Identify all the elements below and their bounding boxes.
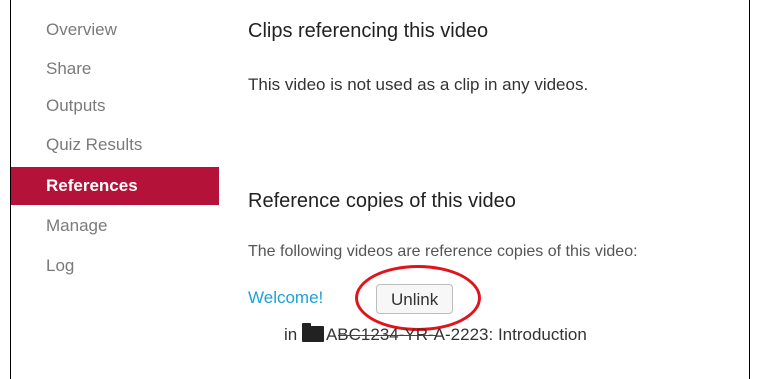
sidebar-item-manage[interactable]: Manage: [11, 209, 219, 243]
reference-copy-link-welcome[interactable]: Welcome!: [248, 288, 323, 308]
reference-copies-heading: Reference copies of this video: [248, 190, 516, 212]
strike-line: [338, 335, 436, 336]
sidebar-item-quiz-results[interactable]: Quiz Results: [11, 128, 219, 162]
sidebar-item-references[interactable]: References: [11, 167, 219, 205]
sidebar-item-overview[interactable]: Overview: [11, 13, 219, 47]
sidebar-item-share[interactable]: Share: [11, 52, 219, 86]
sidebar-item-outputs[interactable]: Outputs: [11, 89, 219, 123]
frame-right-border: [749, 0, 750, 379]
reference-copies-intro: The following videos are reference copie…: [248, 243, 638, 260]
unlink-button[interactable]: Unlink: [376, 284, 454, 314]
in-label: in: [284, 325, 298, 344]
clips-empty-text: This video is not used as a clip in any …: [248, 75, 589, 94]
clips-heading: Clips referencing this video: [248, 20, 489, 42]
folder-icon: [301, 323, 324, 342]
sidebar-item-log[interactable]: Log: [11, 249, 219, 283]
